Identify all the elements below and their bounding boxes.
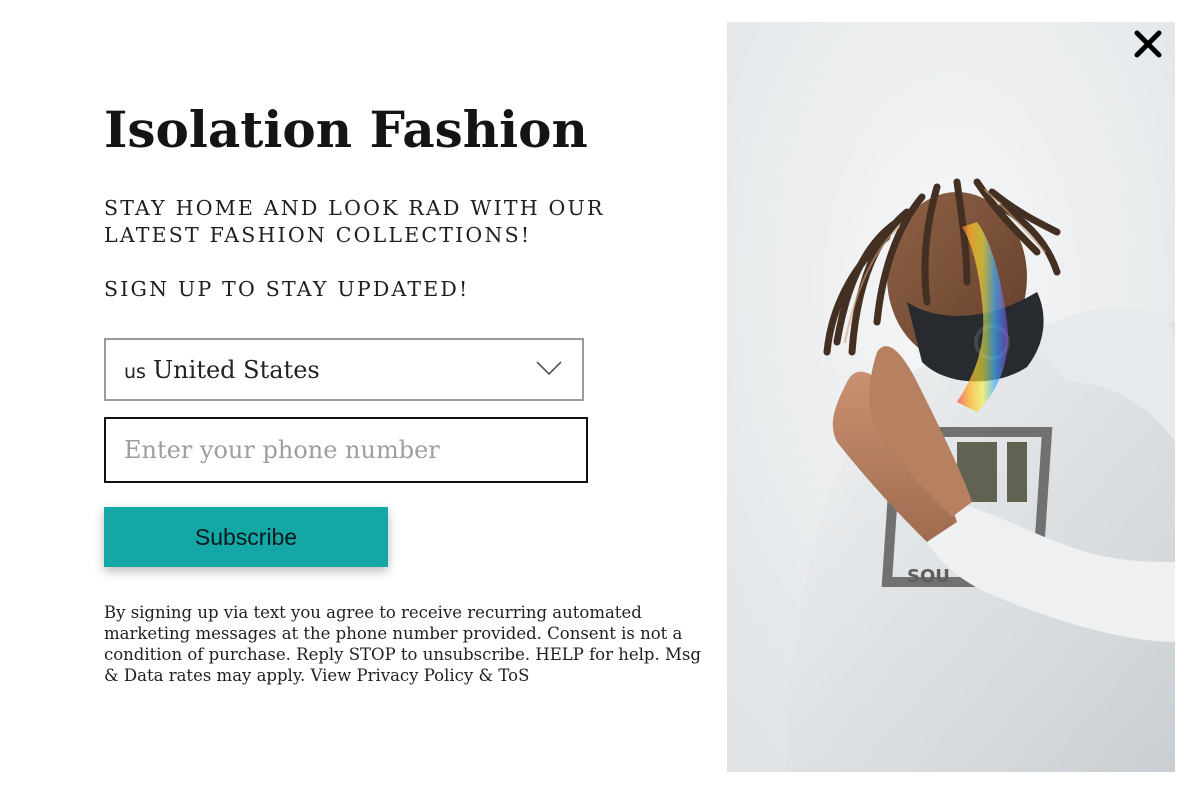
popup-title: Isolation Fashion [104,100,588,159]
view-link[interactable]: View [310,666,351,685]
subscribe-button[interactable]: Subscribe [104,507,388,567]
legal-ampersand: & [478,666,494,685]
hero-image: SOU [727,22,1175,772]
signup-prompt: SIGN UP TO STAY UPDATED! [104,277,470,301]
person-in-mask-photo: SOU [727,22,1175,772]
country-code: us [124,360,146,383]
tos-link[interactable]: ToS [498,666,529,685]
legal-disclaimer: By signing up via text you agree to rece… [104,602,704,686]
privacy-policy-link[interactable]: Privacy Policy [357,666,474,685]
signup-popup: Isolation Fashion STAY HOME AND LOOK RAD… [0,0,1198,795]
chevron-down-icon [536,361,562,376]
country-selected-value: United States [152,355,320,384]
country-select[interactable]: us United States [104,338,584,401]
close-icon[interactable] [1132,28,1164,60]
phone-number-input[interactable] [104,417,588,483]
popup-tagline: STAY HOME AND LOOK RAD WITH OUR LATEST F… [104,196,605,247]
